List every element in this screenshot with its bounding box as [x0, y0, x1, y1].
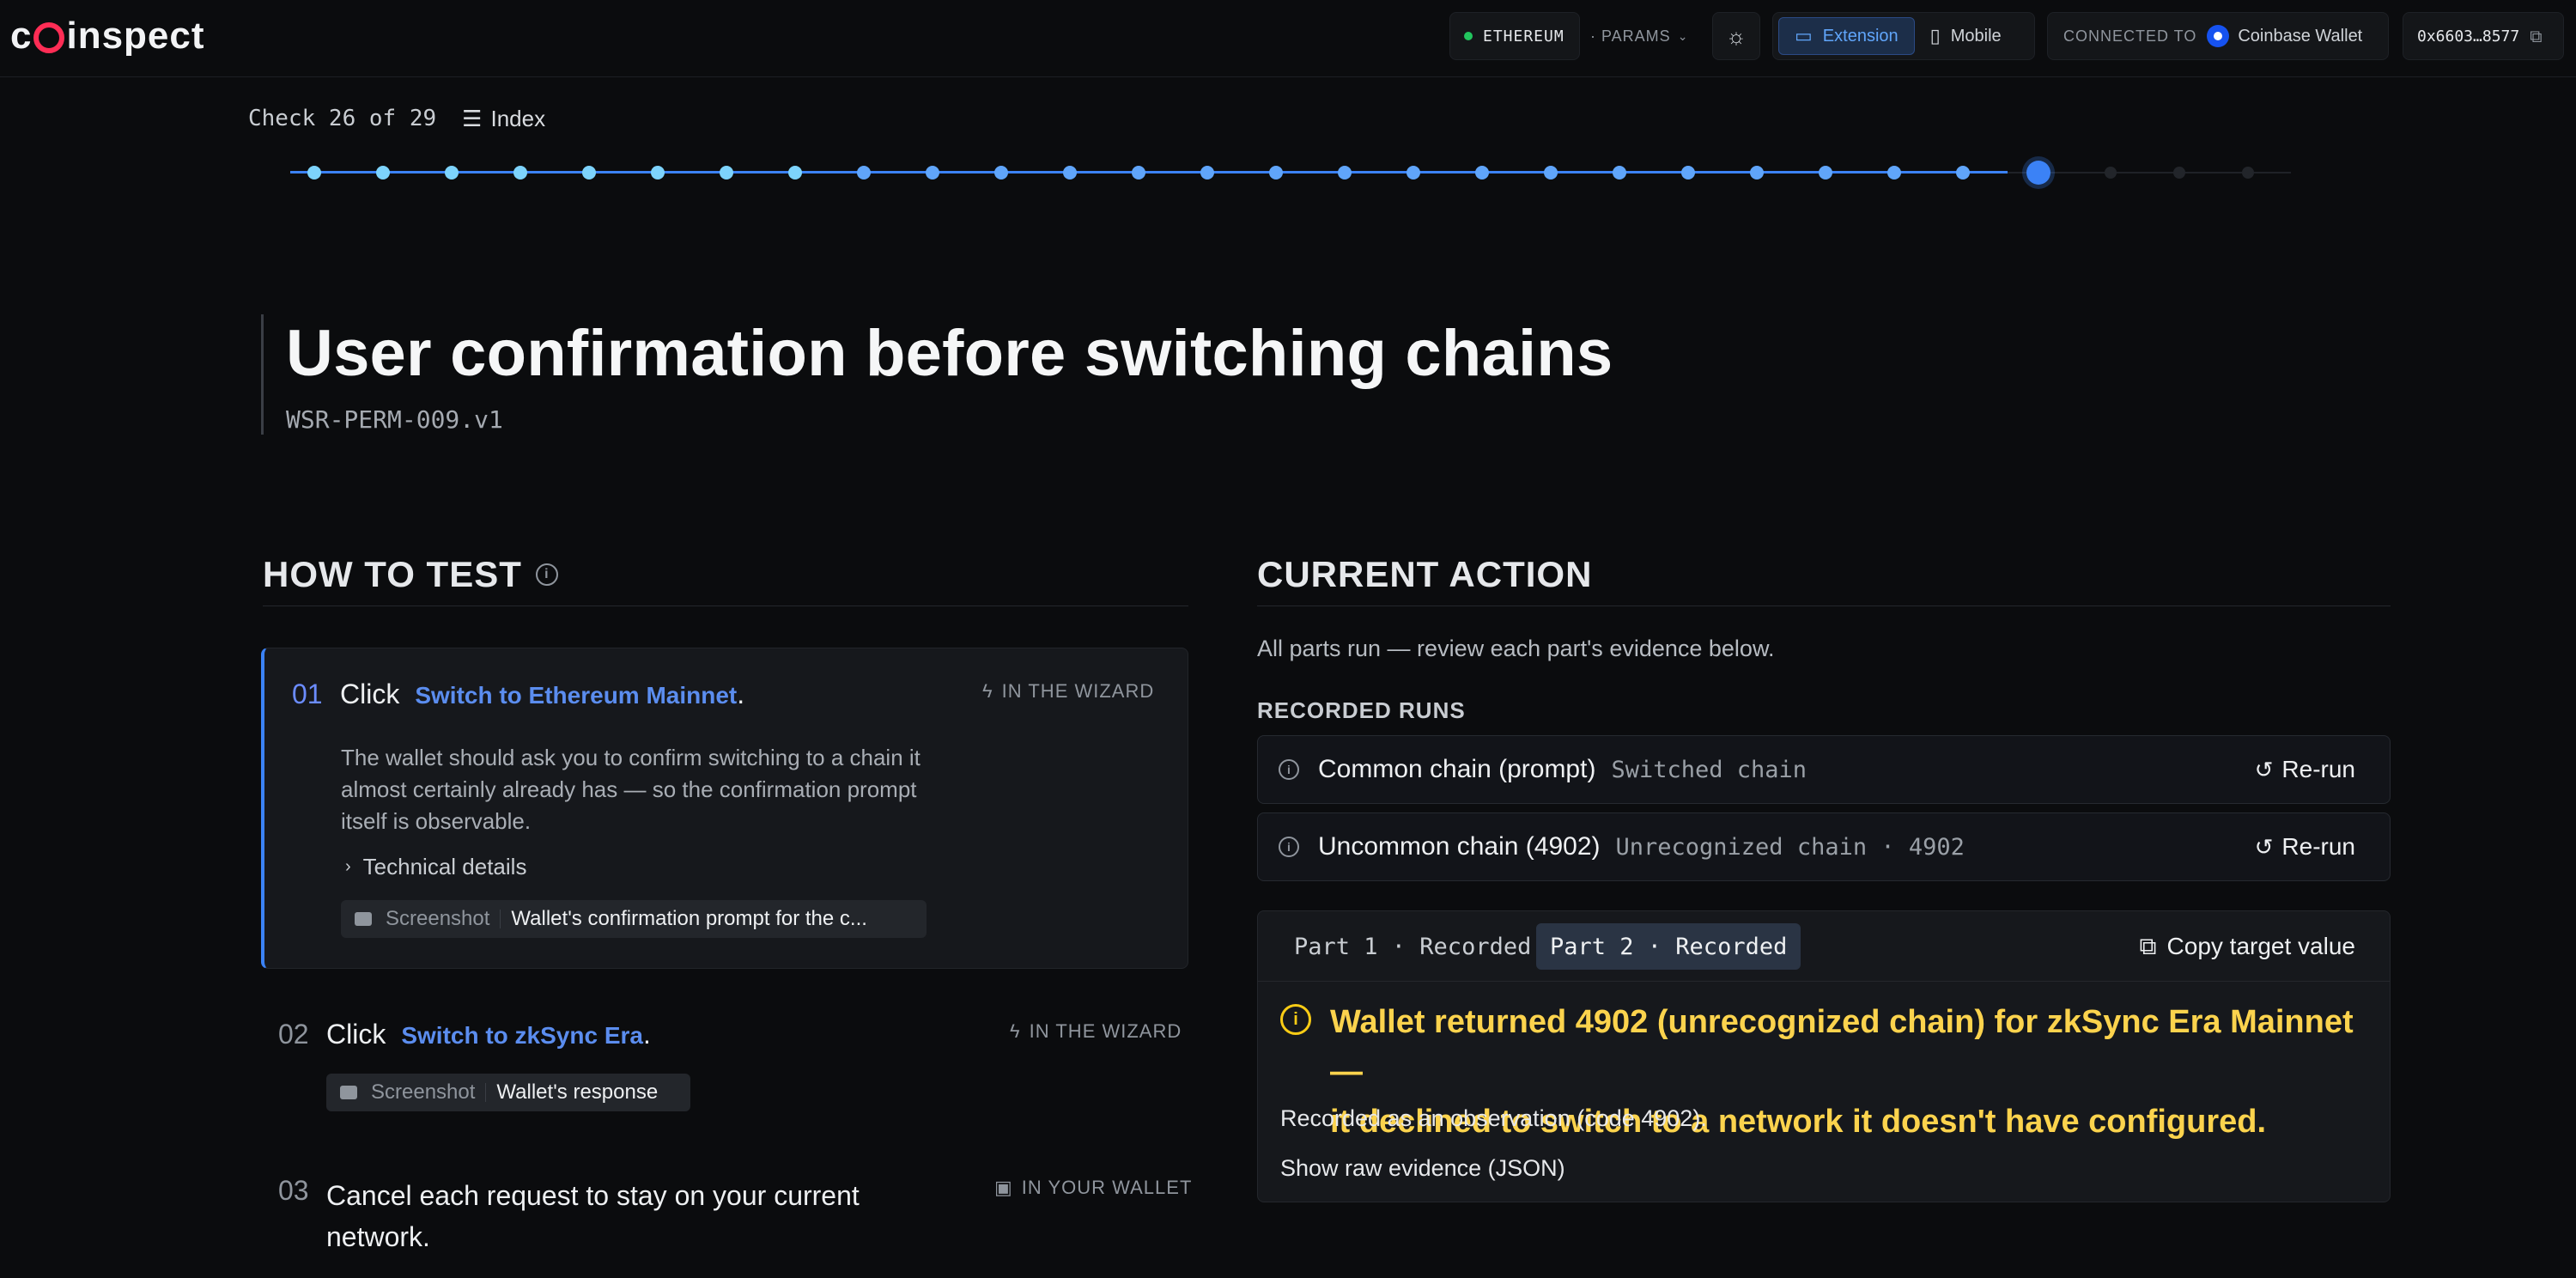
step-description: The wallet should ask you to confirm swi…	[341, 745, 920, 834]
copy-icon[interactable]: ⧉	[2530, 26, 2542, 46]
progress-step-dot[interactable]	[1613, 166, 1626, 180]
params-dropdown[interactable]: · PARAMS ⌄	[1590, 12, 1688, 60]
step-location-tag: ϟ IN THE WIZARD	[982, 680, 1155, 702]
coinbase-wallet-icon	[2207, 25, 2230, 47]
progress-step-dot[interactable]	[1269, 166, 1283, 180]
step-location-tag: ϟ IN THE WIZARD	[1010, 1020, 1182, 1042]
progress-step-dot[interactable]	[788, 166, 802, 180]
check-title-block: User confirmation before switching chain…	[261, 314, 1613, 435]
step-instruction: Click Switch to zkSync Era .	[326, 1019, 651, 1050]
progress-step-dot[interactable]	[857, 166, 871, 180]
copy-icon: ⧉	[2139, 932, 2157, 959]
wallet-address[interactable]: 0x6603…8577 ⧉	[2403, 12, 2564, 60]
technical-details-toggle[interactable]: › Technical details	[345, 854, 526, 880]
progress-step-dot[interactable]	[1338, 166, 1352, 180]
current-action-heading: CURRENT ACTION	[1257, 543, 2391, 606]
device-mode-toggle: ▭ Extension ▯ Mobile	[1772, 12, 2035, 60]
info-icon[interactable]: i	[1279, 837, 1299, 857]
rotate-icon: ↺	[2254, 756, 2274, 782]
tab-part-2[interactable]: Part 2 · Recorded	[1536, 923, 1801, 970]
progress-step-dot[interactable]	[1887, 166, 1901, 180]
progress-step-dot[interactable]	[651, 166, 665, 180]
step-number: 01	[292, 679, 323, 709]
progress-step-dot[interactable]	[2173, 167, 2185, 179]
wallet-connection[interactable]: CONNECTED TO Coinbase Wallet	[2047, 12, 2389, 60]
how-to-test-heading: HOW TO TEST i	[263, 543, 1188, 606]
progress-step-dot[interactable]	[376, 166, 390, 180]
recorded-runs-label: RECORDED RUNS	[1257, 697, 1466, 723]
network-selector[interactable]: ETHEREUM	[1449, 12, 1580, 60]
tab-part-1[interactable]: Part 1 · Recorded	[1280, 923, 1545, 970]
copy-target-value-button[interactable]: ⧉ Copy target value	[2140, 923, 2355, 970]
info-icon[interactable]: i	[1279, 759, 1299, 780]
progress-step-dot[interactable]	[1475, 166, 1489, 180]
progress-step-dot[interactable]	[1200, 166, 1214, 180]
index-button[interactable]: ☰ Index	[462, 106, 545, 132]
progress-header: Check 26 of 29 ☰ Index	[248, 103, 545, 134]
action-summary: All parts run — review each part's evide…	[1257, 636, 1775, 661]
step-location-tag: ▣ IN YOUR WALLET	[994, 1177, 1193, 1198]
page-title: User confirmation before switching chain…	[286, 317, 1613, 390]
progress-step-dot[interactable]	[307, 166, 321, 180]
theme-toggle-button[interactable]: ☼	[1712, 12, 1760, 60]
lightning-icon: ϟ	[1010, 1020, 1021, 1042]
progress-step-dot[interactable]	[1750, 166, 1764, 180]
progress-step-dot[interactable]	[2026, 161, 2050, 185]
list-icon: ☰	[462, 105, 483, 131]
progress-step-dot[interactable]	[1406, 166, 1420, 180]
monitor-icon: ▭	[1795, 25, 1813, 46]
recorded-run-row: i Common chain (prompt) Switched chain ↺…	[1257, 735, 2391, 804]
camera-icon	[340, 1086, 357, 1099]
step-instruction: Click Switch to Ethereum Mainnet .	[340, 679, 745, 709]
mode-mobile-button[interactable]: ▯ Mobile	[1915, 17, 2017, 55]
top-bar: c inspect ETHEREUM · PARAMS ⌄ ☼ ▭ Extensi…	[0, 0, 2576, 77]
switch-zksync-era-link[interactable]: Switch to zkSync Era	[401, 1022, 643, 1050]
recorded-run-row: i Uncommon chain (4902) Unrecognized cha…	[1257, 812, 2391, 881]
check-id: WSR-PERM-009.v1	[286, 405, 503, 434]
progress-step-dot[interactable]	[1956, 166, 1970, 180]
rerun-button[interactable]: ↺ Re-run	[2255, 833, 2355, 861]
mode-extension-button[interactable]: ▭ Extension	[1778, 17, 1915, 55]
network-status-dot	[1464, 32, 1473, 40]
progress-step-dot[interactable]	[994, 166, 1008, 180]
chevron-down-icon: ⌄	[1677, 28, 1689, 43]
lightning-icon: ϟ	[982, 680, 993, 702]
switch-ethereum-mainnet-link[interactable]: Switch to Ethereum Mainnet	[415, 682, 737, 709]
progress-step-dot[interactable]	[1819, 166, 1832, 180]
progress-step-dot[interactable]	[445, 166, 459, 180]
show-raw-evidence-toggle[interactable]: Show raw evidence (JSON)	[1280, 1155, 1565, 1182]
check-counter: Check 26 of 29	[248, 106, 437, 131]
evidence-panel: Part 1 · Recorded Part 2 · Recorded ⧉ Co…	[1257, 910, 2391, 1202]
camera-icon	[355, 912, 372, 926]
chevron-right-icon: ›	[345, 857, 351, 876]
rotate-icon: ↺	[2254, 833, 2274, 860]
progress-step-dot[interactable]	[1063, 166, 1077, 180]
info-icon[interactable]: i	[535, 563, 558, 586]
evidence-note: Recorded as an observation (code 4902).	[1280, 1105, 1707, 1131]
screenshot-evidence-chip[interactable]: Screenshot Wallet's confirmation prompt …	[341, 900, 927, 938]
sun-icon: ☼	[1726, 22, 1747, 49]
coinspect-logo[interactable]: c inspect	[10, 14, 205, 58]
progress-step-dot[interactable]	[1132, 166, 1145, 180]
progress-step-dot[interactable]	[1681, 166, 1695, 180]
progress-step-dot[interactable]	[2105, 167, 2117, 179]
step-number: 03	[278, 1175, 309, 1206]
step-instruction: Cancel each request to stay on your curr…	[326, 1180, 860, 1252]
progress-step-dot[interactable]	[926, 166, 939, 180]
phone-icon: ▯	[1929, 25, 1941, 46]
progress-step-dot[interactable]	[720, 166, 733, 180]
wallet-icon: ▣	[994, 1177, 1013, 1198]
progress-step-dot[interactable]	[582, 166, 596, 180]
step-number: 02	[278, 1019, 309, 1050]
screenshot-evidence-chip[interactable]: Screenshot Wallet's response	[326, 1074, 690, 1111]
warning-info-icon: i	[1280, 1004, 1311, 1035]
progress-step-dot[interactable]	[513, 166, 527, 180]
progress-step-dot[interactable]	[2242, 167, 2254, 179]
progress-step-dot[interactable]	[1544, 166, 1558, 180]
evidence-tabs: Part 1 · Recorded Part 2 · Recorded ⧉ Co…	[1258, 911, 2390, 982]
rerun-button[interactable]: ↺ Re-run	[2255, 756, 2355, 783]
logo-ring-icon	[33, 22, 65, 53]
